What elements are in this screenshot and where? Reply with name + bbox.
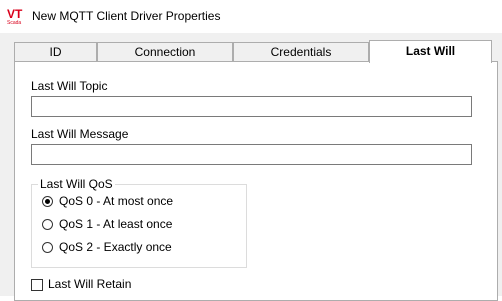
last-will-panel: Last Will Topic Last Will Message Last W… <box>14 61 498 301</box>
radio-button-icon <box>42 242 53 253</box>
svg-text:Scada: Scada <box>7 20 21 26</box>
title-bar[interactable]: VT Scada New MQTT Client Driver Properti… <box>0 0 502 33</box>
tab-last-will[interactable]: Last Will <box>369 40 492 63</box>
last-will-message-label: Last Will Message <box>31 127 129 141</box>
tab-credentials[interactable]: Credentials <box>233 42 369 61</box>
qos-2-radio[interactable]: QoS 2 - Exactly once <box>42 240 242 258</box>
last-will-retain-checkbox[interactable]: Last Will Retain <box>31 277 161 295</box>
radio-button-icon <box>42 219 53 230</box>
radio-selected-dot-icon <box>45 199 50 204</box>
qos-1-radio[interactable]: QoS 1 - At least once <box>42 217 242 235</box>
svg-text:VT: VT <box>7 7 23 21</box>
window-title: New MQTT Client Driver Properties <box>32 9 221 23</box>
tab-id[interactable]: ID <box>14 42 97 61</box>
last-will-topic-label: Last Will Topic <box>31 79 108 93</box>
last-will-topic-input[interactable] <box>31 96 472 117</box>
last-will-retain-label: Last Will Retain <box>48 277 132 291</box>
qos-2-label: QoS 2 - Exactly once <box>59 240 172 254</box>
vtscada-logo-icon: VT Scada <box>7 7 23 26</box>
qos-1-label: QoS 1 - At least once <box>59 217 173 231</box>
qos-0-radio[interactable]: QoS 0 - At most once <box>42 194 242 212</box>
qos-group-label: Last Will QoS <box>38 177 115 191</box>
checkbox-icon <box>31 279 43 291</box>
tab-connection[interactable]: Connection <box>97 42 233 61</box>
qos-0-label: QoS 0 - At most once <box>59 194 174 208</box>
last-will-message-input[interactable] <box>31 144 472 165</box>
qos-groupbox: Last Will QoS QoS 0 - At most once QoS 1… <box>31 177 247 268</box>
properties-dialog: ID Connection Credentials Last Will Last… <box>0 33 502 301</box>
radio-button-icon <box>42 196 53 207</box>
